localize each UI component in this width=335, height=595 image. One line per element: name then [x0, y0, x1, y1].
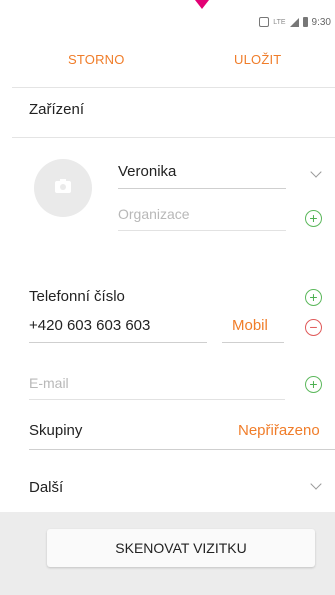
carrier-marker-icon [195, 0, 209, 9]
remove-phone-icon[interactable]: − [305, 319, 322, 336]
groups-selector[interactable]: Nepřiřazeno [238, 422, 320, 439]
add-organization-icon[interactable]: + [305, 210, 322, 227]
email-field[interactable]: E-mail [29, 375, 69, 391]
network-type: LTE [273, 18, 286, 26]
signal-icon [289, 17, 299, 27]
field-underline [222, 342, 284, 343]
clock: 9:30 [311, 16, 331, 28]
cancel-button[interactable]: STORNO [68, 52, 125, 67]
add-email-icon[interactable]: + [305, 376, 322, 393]
name-field[interactable]: Veronika [118, 163, 286, 180]
contact-photo[interactable] [34, 159, 92, 217]
field-underline [118, 230, 286, 231]
field-underline [118, 188, 286, 189]
scan-business-card-button[interactable]: SKENOVAT VIZITKU [47, 529, 315, 567]
groups-label: Skupiny [29, 422, 83, 439]
phone-number-field[interactable]: +420 603 603 603 [29, 317, 150, 334]
organization-field[interactable]: Organizace [118, 206, 286, 222]
camera-icon [55, 179, 71, 193]
phone-type-selector[interactable]: Mobil [232, 317, 268, 334]
field-underline [29, 342, 207, 343]
add-phone-icon[interactable]: + [305, 289, 322, 306]
divider [12, 137, 335, 138]
field-underline [29, 399, 285, 400]
nfc-icon [259, 17, 270, 27]
action-bar: STORNO ULOŽIT [0, 38, 335, 86]
chevron-down-icon[interactable] [310, 478, 322, 490]
phone-section-label: Telefonní číslo [29, 288, 125, 305]
status-bar: LTE 9:30 [259, 14, 331, 30]
save-button[interactable]: ULOŽIT [234, 52, 281, 67]
divider [29, 449, 335, 450]
chevron-down-icon[interactable] [310, 166, 322, 178]
account-selector[interactable]: Zařízení [29, 101, 84, 118]
divider [12, 87, 335, 88]
more-fields-toggle[interactable]: Další [29, 479, 63, 496]
battery-icon [302, 17, 308, 27]
